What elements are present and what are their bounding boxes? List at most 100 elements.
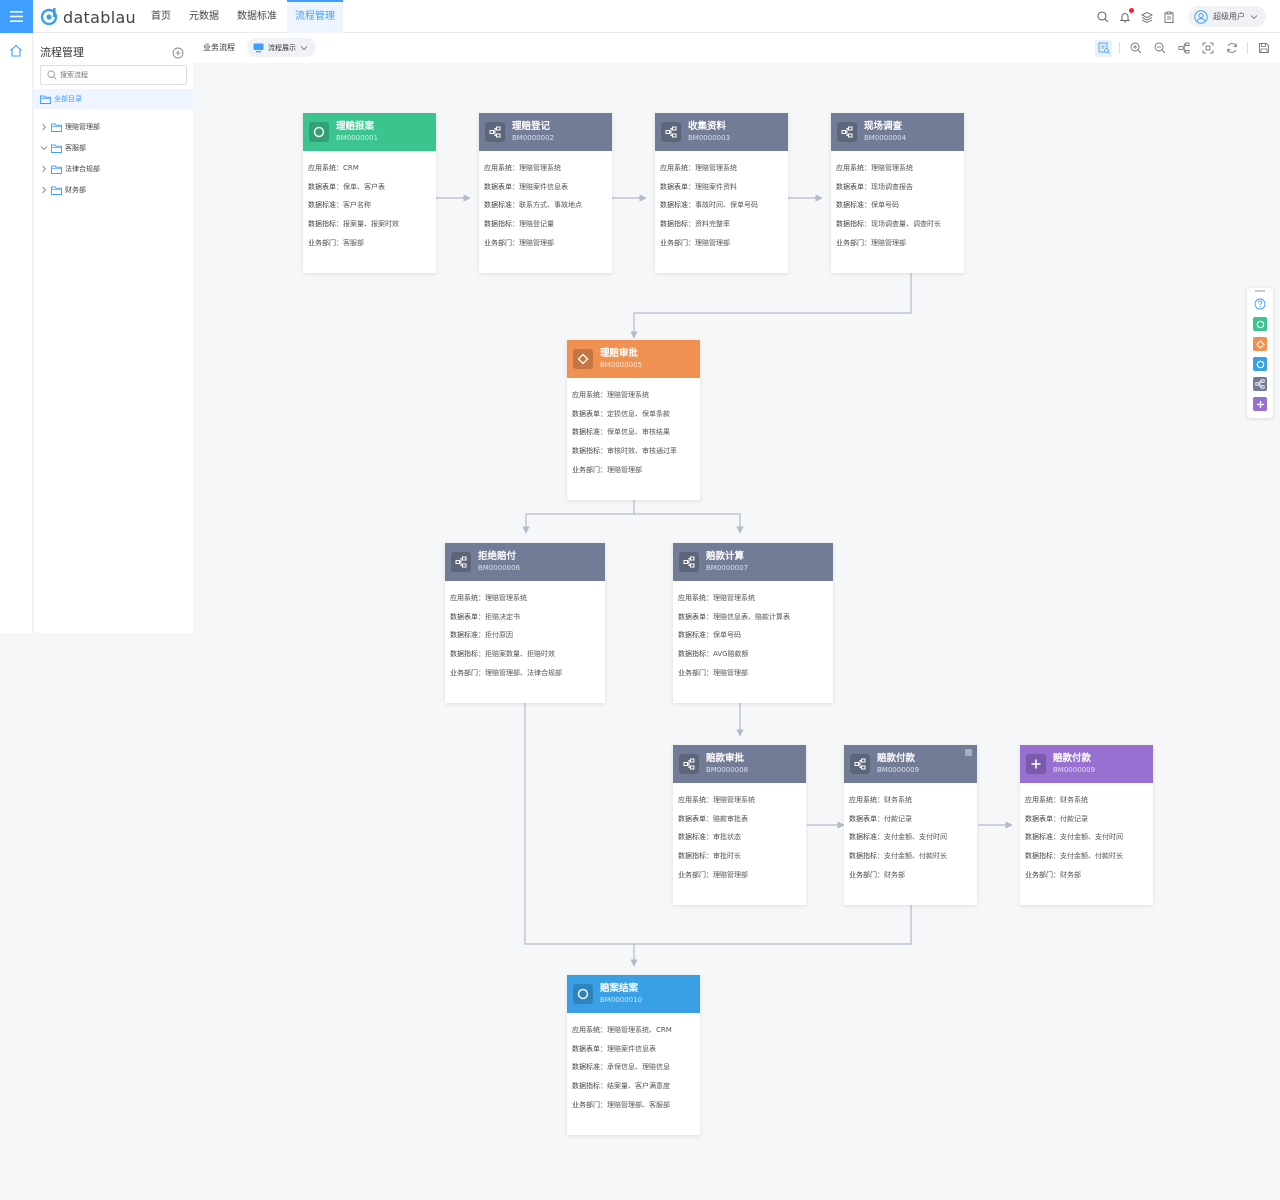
save-icon[interactable]	[1255, 40, 1272, 57]
field-value: 理赔信息表、赔款计算表	[713, 612, 790, 621]
task-node-icon	[679, 754, 699, 774]
help-icon[interactable]	[1253, 297, 1267, 311]
node-name: 理赔登记	[512, 121, 551, 132]
chevron-right-icon[interactable]	[40, 186, 48, 194]
nav-process-management[interactable]: 流程管理	[287, 0, 343, 33]
delete-node-icon[interactable]	[965, 749, 972, 756]
nav-home[interactable]: 首页	[143, 0, 179, 33]
node-body: 应用系统：理赔管理系统 数据表单：理赔案件资料 数据标准：事故时间、保单号码 数…	[655, 151, 788, 253]
user-avatar-icon	[1194, 9, 1208, 24]
node-header: 理赔审批 BM0000005	[567, 340, 700, 378]
home-icon[interactable]	[9, 42, 23, 61]
nav-data-standard[interactable]: 数据标准	[229, 0, 285, 33]
field-value: 理赔管理部	[713, 668, 748, 677]
process-node-site-survey[interactable]: 现场调查 BM0000004 应用系统：理赔管理系统 数据表单：现场调查报告 数据…	[831, 113, 964, 273]
clipboard-icon[interactable]	[1162, 10, 1176, 24]
node-code: BM0000006	[478, 564, 521, 572]
process-node-claim-report[interactable]: 理赔报案 BM0000001 应用系统：CRM 数据表单：保单、客户表 数据标准：…	[303, 113, 436, 273]
process-node-case-closed[interactable]: 赔案结案 BM0000010 应用系统：理赔管理系统、CRM 数据表单：理赔案件信…	[567, 975, 700, 1135]
node-body: 应用系统：理赔管理系统 数据表单：赔款审批表 数据标准：审批状态 数据指标：审批…	[673, 783, 806, 885]
view-mode-value: 流程展示	[268, 43, 296, 52]
tree-item-finance[interactable]: 财务部	[40, 183, 86, 197]
field-value: CRM	[343, 164, 359, 172]
field-label: 数据指标：	[308, 220, 343, 229]
node-header: 现场调查 BM0000004	[831, 113, 964, 151]
menu-icon[interactable]	[0, 0, 33, 33]
field-value: 理赔管理部	[713, 870, 748, 879]
logo-icon	[40, 8, 58, 26]
user-menu[interactable]: 超级用户	[1188, 6, 1266, 27]
tree-item-customer-service[interactable]: 客服部	[40, 141, 86, 155]
field-label: 数据标准：	[849, 833, 884, 842]
chevron-right-icon[interactable]	[40, 123, 48, 131]
process-node-payment-calculation[interactable]: 赔款计算 BM0000007 应用系统：理赔管理系统 数据表单：理赔信息表、赔款计…	[673, 543, 833, 703]
process-node-payment-approval[interactable]: 赔款审批 BM0000008 应用系统：理赔管理系统 数据表单：赔款审批表 数据标…	[673, 745, 806, 905]
field-value: 理赔管理系统	[519, 164, 561, 172]
toolbar-label: 业务流程	[203, 43, 235, 52]
tree-root-label: 全部目录	[54, 95, 82, 103]
process-canvas[interactable]: 理赔报案 BM0000001 应用系统：CRM 数据表单：保单、客户表 数据标准：…	[193, 63, 1280, 1200]
process-node-claim-approval[interactable]: 理赔审批 BM0000005 应用系统：理赔管理系统 数据表单：定损信息、保单条款…	[567, 340, 700, 500]
field-value: 保单号码	[871, 201, 899, 210]
gateway-node-icon[interactable]	[1253, 337, 1267, 351]
logo[interactable]: datablau	[40, 7, 136, 27]
field-value: 理赔管理系统、CRM	[607, 1026, 672, 1034]
node-body: 应用系统：理赔管理系统 数据表单：现场调查报告 数据标准：保单号码 数据指标：现…	[831, 151, 964, 253]
fit-screen-icon[interactable]	[1199, 40, 1216, 57]
node-code: BM0000001	[336, 134, 379, 142]
inspect-icon[interactable]	[1095, 39, 1112, 57]
task-node-icon	[837, 122, 857, 142]
node-header: 收集资料 BM0000003	[655, 113, 788, 151]
search-input[interactable]	[60, 71, 180, 79]
field-value: 定损信息、保单条款	[607, 409, 670, 418]
node-header: 赔款计算 BM0000007	[673, 543, 833, 581]
field-value: 资料完整率	[695, 220, 730, 229]
field-value: 现场调查量、调查时长	[871, 220, 941, 229]
field-label: 应用系统：	[660, 164, 695, 172]
process-node-payment-execution[interactable]: 赔款付款 BM0000009 应用系统：财务系统 数据表单：付款记录 数据标准：支…	[844, 745, 977, 905]
folder-icon	[51, 123, 62, 132]
task-node-icon	[661, 122, 681, 142]
field-label: 数据表单：	[572, 1044, 607, 1053]
task-node-icon[interactable]	[1253, 377, 1267, 391]
chevron-down-icon[interactable]	[40, 144, 48, 152]
view-mode-select[interactable]: 流程展示	[247, 38, 316, 57]
field-label: 数据指标：	[678, 650, 713, 659]
layers-icon[interactable]	[1140, 10, 1154, 24]
task-node-icon	[679, 552, 699, 572]
process-node-payment-subprocess[interactable]: 赔款付款 BM0000009 应用系统：财务系统 数据表单：付款记录 数据标准：支…	[1020, 745, 1153, 905]
edge-9-11	[630, 905, 912, 967]
node-name: 现场调查	[864, 121, 903, 132]
field-value: 赔款审批表	[713, 814, 748, 823]
add-circle-icon[interactable]	[172, 44, 184, 63]
end-node-icon[interactable]	[1253, 357, 1267, 371]
user-name: 超级用户	[1213, 12, 1245, 21]
field-value: 审核时效、审核通过率	[607, 447, 677, 456]
node-name: 收集资料	[688, 121, 727, 132]
zoom-in-icon[interactable]	[1127, 40, 1144, 57]
node-code: BM0000002	[512, 134, 555, 142]
field-label: 数据标准：	[660, 201, 695, 210]
field-label: 应用系统：	[1025, 796, 1060, 804]
field-label: 数据标准：	[450, 631, 485, 640]
bell-icon[interactable]	[1118, 7, 1134, 24]
subprocess-node-icon[interactable]	[1253, 397, 1267, 411]
zoom-out-icon[interactable]	[1151, 40, 1168, 57]
refresh-icon[interactable]	[1223, 40, 1240, 57]
start-node-icon[interactable]	[1253, 317, 1267, 331]
field-value: 付款记录	[1060, 814, 1088, 823]
field-label: 数据标准：	[308, 201, 343, 210]
process-node-claim-register[interactable]: 理赔登记 BM0000002 应用系统：理赔管理系统 数据表单：理赔案件信息表 数…	[479, 113, 612, 273]
canvas-tools	[1095, 38, 1272, 58]
process-node-collect-materials[interactable]: 收集资料 BM0000003 应用系统：理赔管理系统 数据表单：理赔案件资料 数据…	[655, 113, 788, 273]
search-icon[interactable]	[1096, 10, 1110, 24]
process-node-reject-payment[interactable]: 拒绝赔付 BM0000006 应用系统：理赔管理系统 数据表单：拒赔决定书 数据标…	[445, 543, 605, 703]
layout-icon[interactable]	[1175, 40, 1192, 57]
nav-metadata[interactable]: 元数据	[181, 0, 227, 33]
tree-item-legal-compliance[interactable]: 法律合规部	[40, 162, 100, 176]
field-label: 数据表单：	[450, 612, 485, 621]
chevron-right-icon[interactable]	[40, 165, 48, 173]
drag-handle-icon[interactable]	[1255, 290, 1265, 292]
tree-item-claims-dept[interactable]: 理赔管理部	[40, 120, 100, 134]
tree-root-all[interactable]: 全部目录	[34, 89, 193, 109]
